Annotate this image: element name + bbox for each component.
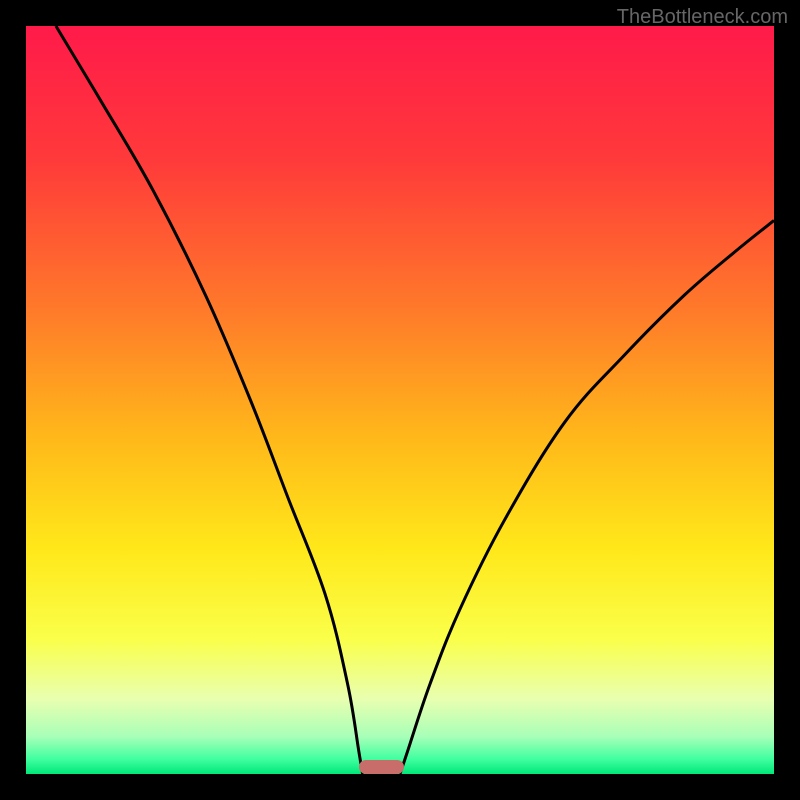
minimum-marker-bar xyxy=(359,760,404,774)
curve-left xyxy=(56,26,363,774)
watermark-text: TheBottleneck.com xyxy=(617,6,788,29)
curve-right xyxy=(400,220,774,774)
chart-area xyxy=(26,26,774,774)
curves-layer xyxy=(26,26,774,774)
